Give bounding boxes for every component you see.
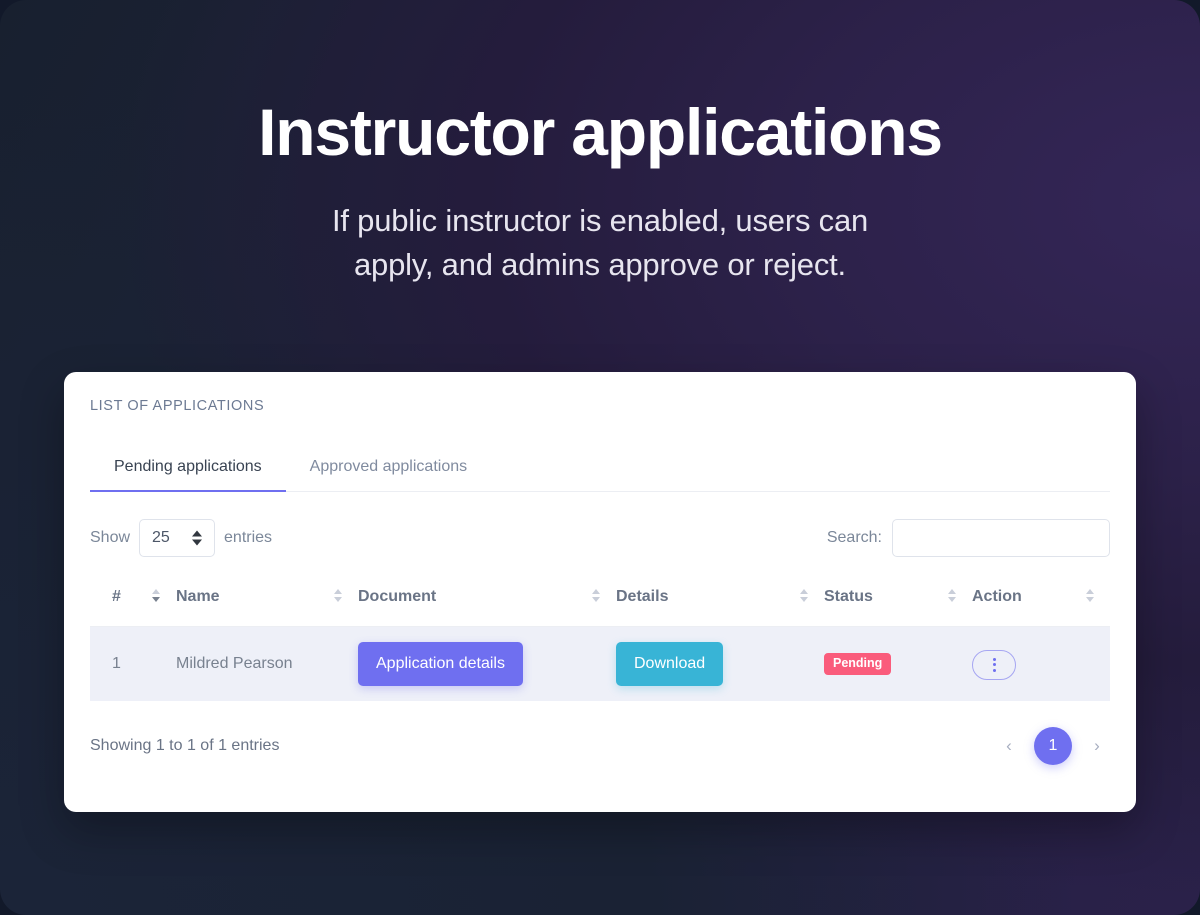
card-title: LIST OF APPLICATIONS — [90, 398, 265, 414]
entries-info: Showing 1 to 1 of 1 entries — [90, 736, 280, 754]
column-header-details-label: Details — [616, 588, 669, 605]
page-title: Instructor applications — [258, 95, 943, 169]
column-header-action-label: Action — [972, 588, 1022, 605]
pagination-next-button[interactable]: › — [1084, 733, 1110, 759]
show-label: Show — [90, 529, 131, 546]
search-label: Search: — [826, 529, 882, 546]
column-header-index-label: # — [112, 588, 121, 605]
column-header-document-label: Document — [358, 588, 437, 605]
table-header-row: # Name Document Details Status Action — [90, 580, 1110, 627]
column-header-document[interactable]: Document — [358, 580, 616, 627]
stepper-arrows-icon — [192, 530, 203, 546]
page-length-control: Show 25 entries — [90, 519, 272, 557]
pagination-page-1-button[interactable]: 1 — [1034, 726, 1072, 765]
row-action-button[interactable] — [972, 649, 1016, 680]
hero-section: Instructor applications If public instru… — [0, 0, 1200, 287]
table-row: 1 Mildred Pearson Application details Do… — [90, 626, 1110, 701]
page-length-select[interactable]: 25 — [139, 519, 216, 557]
sort-arrows-icon — [1086, 589, 1094, 602]
cell-status: Pending — [824, 626, 972, 701]
page-subtitle-line-2: apply, and admins approve or reject. — [354, 246, 846, 282]
column-header-status[interactable]: Status — [824, 580, 972, 627]
table-footer: Showing 1 to 1 of 1 entries ‹ 1 › — [64, 701, 1136, 765]
entries-label: entries — [224, 529, 273, 546]
column-header-status-label: Status — [824, 588, 873, 605]
page-length-value: 25 — [152, 529, 170, 546]
column-header-index[interactable]: # — [90, 580, 176, 627]
sort-arrows-icon — [592, 589, 600, 602]
kebab-menu-icon — [992, 657, 996, 672]
column-header-name[interactable]: Name — [176, 580, 358, 627]
column-header-details[interactable]: Details — [616, 580, 824, 627]
card-body: LIST OF APPLICATIONS Pending application… — [64, 372, 1136, 701]
page-root: Instructor applications If public instru… — [0, 0, 1200, 915]
pagination-prev-button[interactable]: ‹ — [996, 733, 1022, 759]
table-head: # Name Document Details Status Action — [90, 580, 1110, 627]
applications-table: # Name Document Details Status Action 1 … — [90, 580, 1110, 701]
sort-arrows-icon — [152, 589, 160, 602]
column-header-action[interactable]: Action — [972, 580, 1110, 627]
page-subtitle-line-1: If public instructor is enabled, users c… — [331, 202, 869, 238]
search-input[interactable] — [892, 519, 1110, 557]
search-control: Search: — [827, 519, 1110, 557]
sort-arrows-icon — [948, 589, 956, 602]
cell-name: Mildred Pearson — [176, 626, 358, 701]
cell-document: Application details — [358, 626, 616, 701]
cell-action — [972, 626, 1110, 701]
sort-arrows-icon — [800, 589, 808, 602]
application-details-button[interactable]: Application details — [358, 641, 523, 686]
tab-pending-applications[interactable]: Pending applications — [90, 458, 286, 492]
download-button[interactable]: Download — [616, 641, 724, 686]
applications-card: LIST OF APPLICATIONS Pending application… — [64, 372, 1136, 812]
sort-arrows-icon — [334, 589, 342, 602]
page-subtitle: If public instructor is enabled, users c… — [0, 199, 1200, 287]
cell-index: 1 — [90, 626, 176, 701]
table-body: 1 Mildred Pearson Application details Do… — [90, 626, 1110, 701]
column-header-name-label: Name — [176, 588, 220, 605]
tab-approved-applications[interactable]: Approved applications — [286, 458, 491, 492]
pagination: ‹ 1 › — [996, 726, 1110, 765]
table-controls: Show 25 entries Search: — [90, 518, 1110, 558]
status-badge: Pending — [824, 652, 892, 675]
tab-bar: Pending applications Approved applicatio… — [90, 444, 1110, 492]
cell-details: Download — [616, 626, 824, 701]
